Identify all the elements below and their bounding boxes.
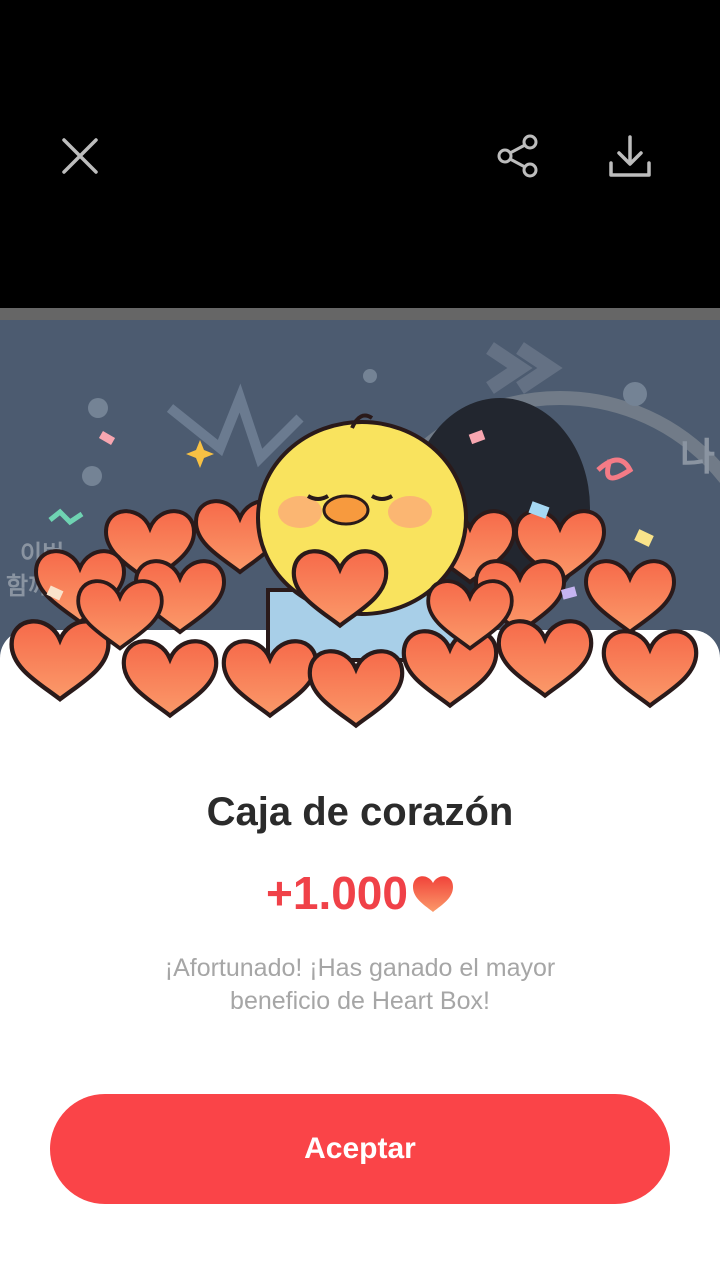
amount-value: +1.000 bbox=[266, 867, 408, 919]
dialog-description: ¡Afortunado! ¡Has ganado el mayor benefi… bbox=[164, 954, 556, 1015]
heart-box-illustration bbox=[0, 413, 720, 760]
download-icon bbox=[609, 135, 651, 177]
share-icon bbox=[497, 134, 538, 178]
download-button[interactable] bbox=[598, 124, 662, 188]
reward-amount: +1.000 bbox=[0, 866, 720, 920]
dialog-title: Caja de corazón bbox=[206, 790, 514, 834]
share-button[interactable] bbox=[486, 124, 550, 188]
close-icon bbox=[62, 138, 98, 174]
top-toolbar bbox=[0, 0, 720, 308]
heart-icon bbox=[412, 876, 453, 912]
accept-button[interactable]: Aceptar bbox=[50, 1094, 670, 1204]
close-button[interactable] bbox=[48, 124, 112, 188]
